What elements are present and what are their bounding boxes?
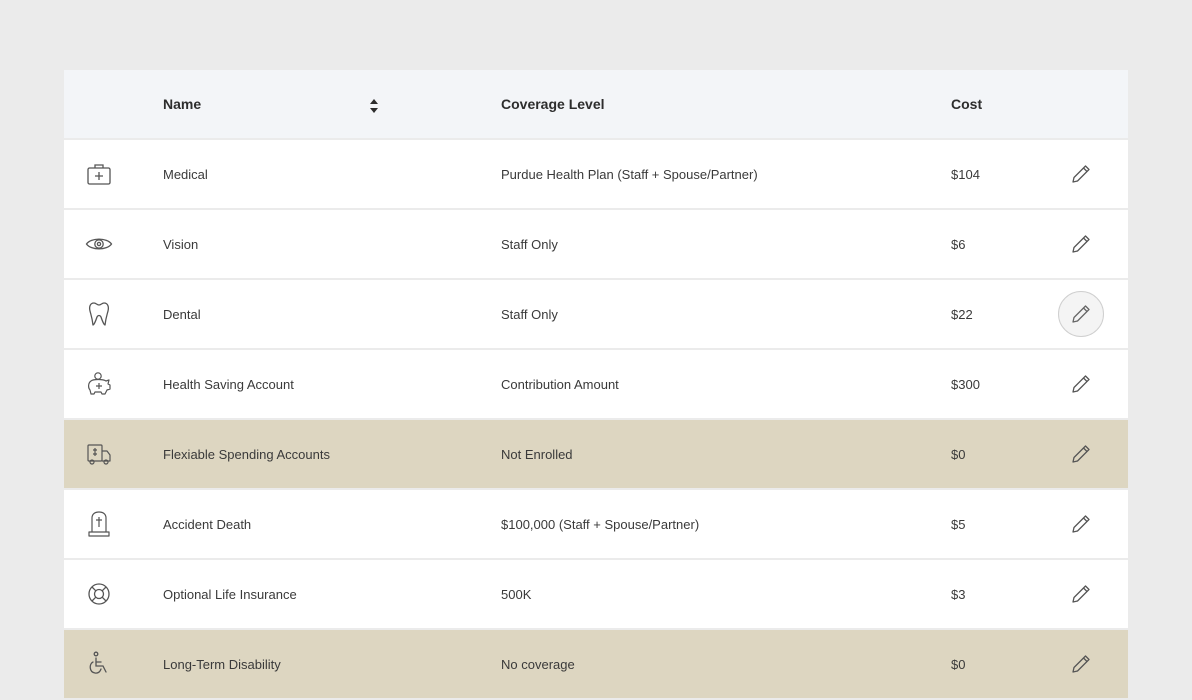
medical-kit-icon	[84, 140, 114, 208]
coverage-level: Contribution Amount	[501, 376, 619, 392]
life-ring-icon	[84, 560, 114, 628]
benefit-name: Health Saving Account	[163, 376, 294, 392]
column-header-name[interactable]: Name	[163, 70, 463, 138]
cost: $0	[951, 656, 966, 672]
benefit-name: Long-Term Disability	[163, 656, 281, 672]
edit-button[interactable]	[1058, 641, 1104, 687]
sort-icon[interactable]	[368, 97, 380, 115]
cost: $3	[951, 586, 966, 602]
edit-button[interactable]	[1058, 361, 1104, 407]
coverage-level: Staff Only	[501, 236, 558, 252]
edit-button[interactable]	[1058, 291, 1104, 337]
cost: $0	[951, 446, 966, 462]
pencil-icon	[1072, 585, 1090, 603]
table-row: Dental Staff Only $22	[64, 280, 1128, 348]
column-header-cost: Cost	[951, 96, 983, 112]
piggy-bank-icon	[84, 350, 114, 418]
table-row: Health Saving Account Contribution Amoun…	[64, 350, 1128, 418]
coverage-level: Purdue Health Plan (Staff + Spouse/Partn…	[501, 166, 758, 182]
cost: $22	[951, 306, 973, 322]
cost: $5	[951, 516, 966, 532]
pencil-icon	[1072, 165, 1090, 183]
table-row: Accident Death $100,000 (Staff + Spouse/…	[64, 490, 1128, 558]
coverage-level: Staff Only	[501, 306, 558, 322]
benefit-name: Accident Death	[163, 516, 252, 532]
edit-button[interactable]	[1058, 431, 1104, 477]
cost: $104	[951, 166, 980, 182]
table-row: Optional Life Insurance 500K $3	[64, 560, 1128, 628]
edit-button[interactable]	[1058, 501, 1104, 547]
tooth-icon	[84, 280, 114, 348]
edit-button[interactable]	[1058, 221, 1104, 267]
wheelchair-icon	[84, 630, 114, 698]
cost: $300	[951, 376, 980, 392]
table-row: Long-Term Disability No coverage $0	[64, 630, 1128, 698]
coverage-level: $100,000 (Staff + Spouse/Partner)	[501, 516, 700, 532]
benefit-name: Dental	[163, 306, 201, 322]
benefit-name: Medical	[163, 166, 208, 182]
benefits-table: Name Coverage Level Cost Medical Purdue …	[64, 70, 1128, 700]
table-row: Flexiable Spending Accounts Not Enrolled…	[64, 420, 1128, 488]
table-row: Vision Staff Only $6	[64, 210, 1128, 278]
table-header: Name Coverage Level Cost	[64, 70, 1128, 138]
pencil-icon	[1072, 515, 1090, 533]
benefit-name: Vision	[163, 236, 199, 252]
pencil-icon	[1072, 445, 1090, 463]
edit-button[interactable]	[1058, 571, 1104, 617]
coverage-level: Not Enrolled	[501, 446, 573, 462]
benefit-name: Optional Life Insurance	[163, 586, 297, 602]
table-row: Medical Purdue Health Plan (Staff + Spou…	[64, 140, 1128, 208]
spending-account-icon	[84, 420, 114, 488]
benefit-name: Flexiable Spending Accounts	[163, 446, 330, 462]
column-header-coverage: Coverage Level	[501, 96, 605, 112]
pencil-icon	[1072, 655, 1090, 673]
coverage-level: 500K	[501, 586, 532, 602]
edit-button[interactable]	[1058, 151, 1104, 197]
tombstone-icon	[84, 490, 114, 558]
eye-icon	[84, 210, 114, 278]
pencil-icon	[1072, 375, 1090, 393]
pencil-icon	[1072, 305, 1090, 323]
cost: $6	[951, 236, 966, 252]
pencil-icon	[1072, 235, 1090, 253]
coverage-level: No coverage	[501, 656, 575, 672]
